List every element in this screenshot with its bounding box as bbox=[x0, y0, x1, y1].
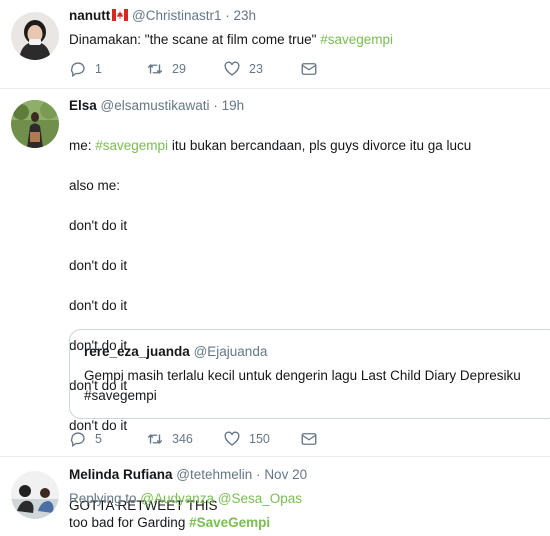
quoted-user-handle[interactable]: @Ejajuanda bbox=[194, 344, 268, 359]
tweet-text-body: me: bbox=[69, 138, 96, 153]
direct-message-icon bbox=[301, 63, 317, 75]
separator-dot: · bbox=[225, 8, 230, 23]
like-button[interactable]: 150 bbox=[223, 430, 300, 448]
hashtag-link[interactable]: #savegempi bbox=[95, 138, 168, 153]
tweet-actions: 1 29 23 bbox=[69, 58, 377, 80]
like-icon bbox=[224, 61, 240, 76]
reply-button[interactable]: 5 bbox=[69, 430, 146, 448]
replying-to: Replying to @Audyanza @Sesa_Opas bbox=[69, 489, 550, 509]
like-icon bbox=[224, 431, 240, 446]
quoted-display-name[interactable]: rere_eza_juanda bbox=[84, 344, 190, 359]
retweet-icon bbox=[147, 434, 163, 444]
retweet-count: 346 bbox=[172, 432, 193, 446]
separator-dot: · bbox=[213, 98, 218, 113]
quoted-tweet[interactable]: rere_eza_juanda @Ejajuanda Gempi masih t… bbox=[69, 329, 550, 419]
user-handle[interactable]: @Christinastr1 bbox=[132, 8, 221, 23]
like-count: 150 bbox=[249, 432, 270, 446]
display-name[interactable]: nanutt bbox=[69, 8, 110, 23]
timestamp[interactable]: Nov 20 bbox=[264, 467, 307, 482]
reply-count: 5 bbox=[95, 432, 102, 446]
retweet-count: 29 bbox=[172, 62, 186, 76]
direct-message-button[interactable] bbox=[300, 60, 377, 78]
tweet-nanutt[interactable]: nanutt @Christinastr1 · 23h Dinamakan: "… bbox=[0, 0, 550, 88]
tweet-elsa[interactable]: Elsa @elsamustikawati · 19h me: #savegem… bbox=[0, 88, 550, 513]
tweet-text-body: itu bukan bercandaan, pls guys divorce i… bbox=[168, 138, 472, 153]
separator-dot: · bbox=[256, 467, 261, 482]
replying-to-user[interactable]: @Audyanza bbox=[140, 491, 214, 506]
hashtag-link[interactable]: #savegempi bbox=[320, 32, 393, 47]
direct-message-button[interactable] bbox=[300, 430, 377, 448]
canada-flag-icon bbox=[112, 9, 129, 21]
tweet-text-line: me: #savegempi itu bukan bercandaan, pls… bbox=[69, 136, 550, 156]
tweet-text-body: Dinamakan: "the scane at film come true" bbox=[69, 32, 321, 47]
avatar[interactable] bbox=[11, 100, 59, 148]
tweet-text-body: too bad for Garding bbox=[69, 515, 190, 530]
tweet-text-line: don't do it bbox=[69, 298, 128, 313]
tweet-actions: 5 346 150 bbox=[69, 428, 377, 450]
like-count: 23 bbox=[249, 62, 263, 76]
tweet-text-line: don't do it bbox=[69, 218, 128, 233]
retweet-button[interactable]: 29 bbox=[146, 60, 223, 78]
reply-count: 1 bbox=[95, 62, 102, 76]
user-handle[interactable]: @elsamustikawati bbox=[101, 98, 210, 113]
reply-icon bbox=[70, 62, 85, 78]
avatar[interactable] bbox=[11, 471, 59, 519]
hashtag-link[interactable]: #SaveGempi bbox=[189, 515, 270, 530]
tweet-text-line: also me: bbox=[69, 178, 121, 193]
tweet-text-line: don't do it bbox=[69, 258, 128, 273]
display-name[interactable]: Melinda Rufiana bbox=[69, 467, 173, 482]
quoted-tweet-text: Gempi masih terlalu kecil untuk dengerin… bbox=[84, 368, 521, 383]
timestamp[interactable]: 23h bbox=[234, 8, 257, 23]
retweet-icon bbox=[147, 64, 163, 74]
retweet-button[interactable]: 346 bbox=[146, 430, 223, 448]
quoted-tweet-hashtag: #savegempi bbox=[84, 388, 157, 403]
replying-to-label: Replying to bbox=[69, 491, 141, 506]
direct-message-icon bbox=[301, 433, 317, 445]
user-handle[interactable]: @tetehmelin bbox=[176, 467, 252, 482]
tweet-text: too bad for Garding #SaveGempi bbox=[69, 513, 550, 533]
reply-icon bbox=[70, 432, 85, 448]
timestamp[interactable]: 19h bbox=[222, 98, 245, 113]
tweet-text: Dinamakan: "the scane at film come true"… bbox=[69, 30, 550, 50]
tweet-melinda[interactable]: Melinda Rufiana @tetehmelin · Nov 20 Rep… bbox=[0, 456, 550, 536]
reply-button[interactable]: 1 bbox=[69, 60, 146, 78]
like-button[interactable]: 23 bbox=[223, 60, 300, 78]
display-name[interactable]: Elsa bbox=[69, 98, 97, 113]
replying-to-user[interactable]: @Sesa_Opas bbox=[218, 491, 302, 506]
avatar[interactable] bbox=[11, 12, 59, 60]
